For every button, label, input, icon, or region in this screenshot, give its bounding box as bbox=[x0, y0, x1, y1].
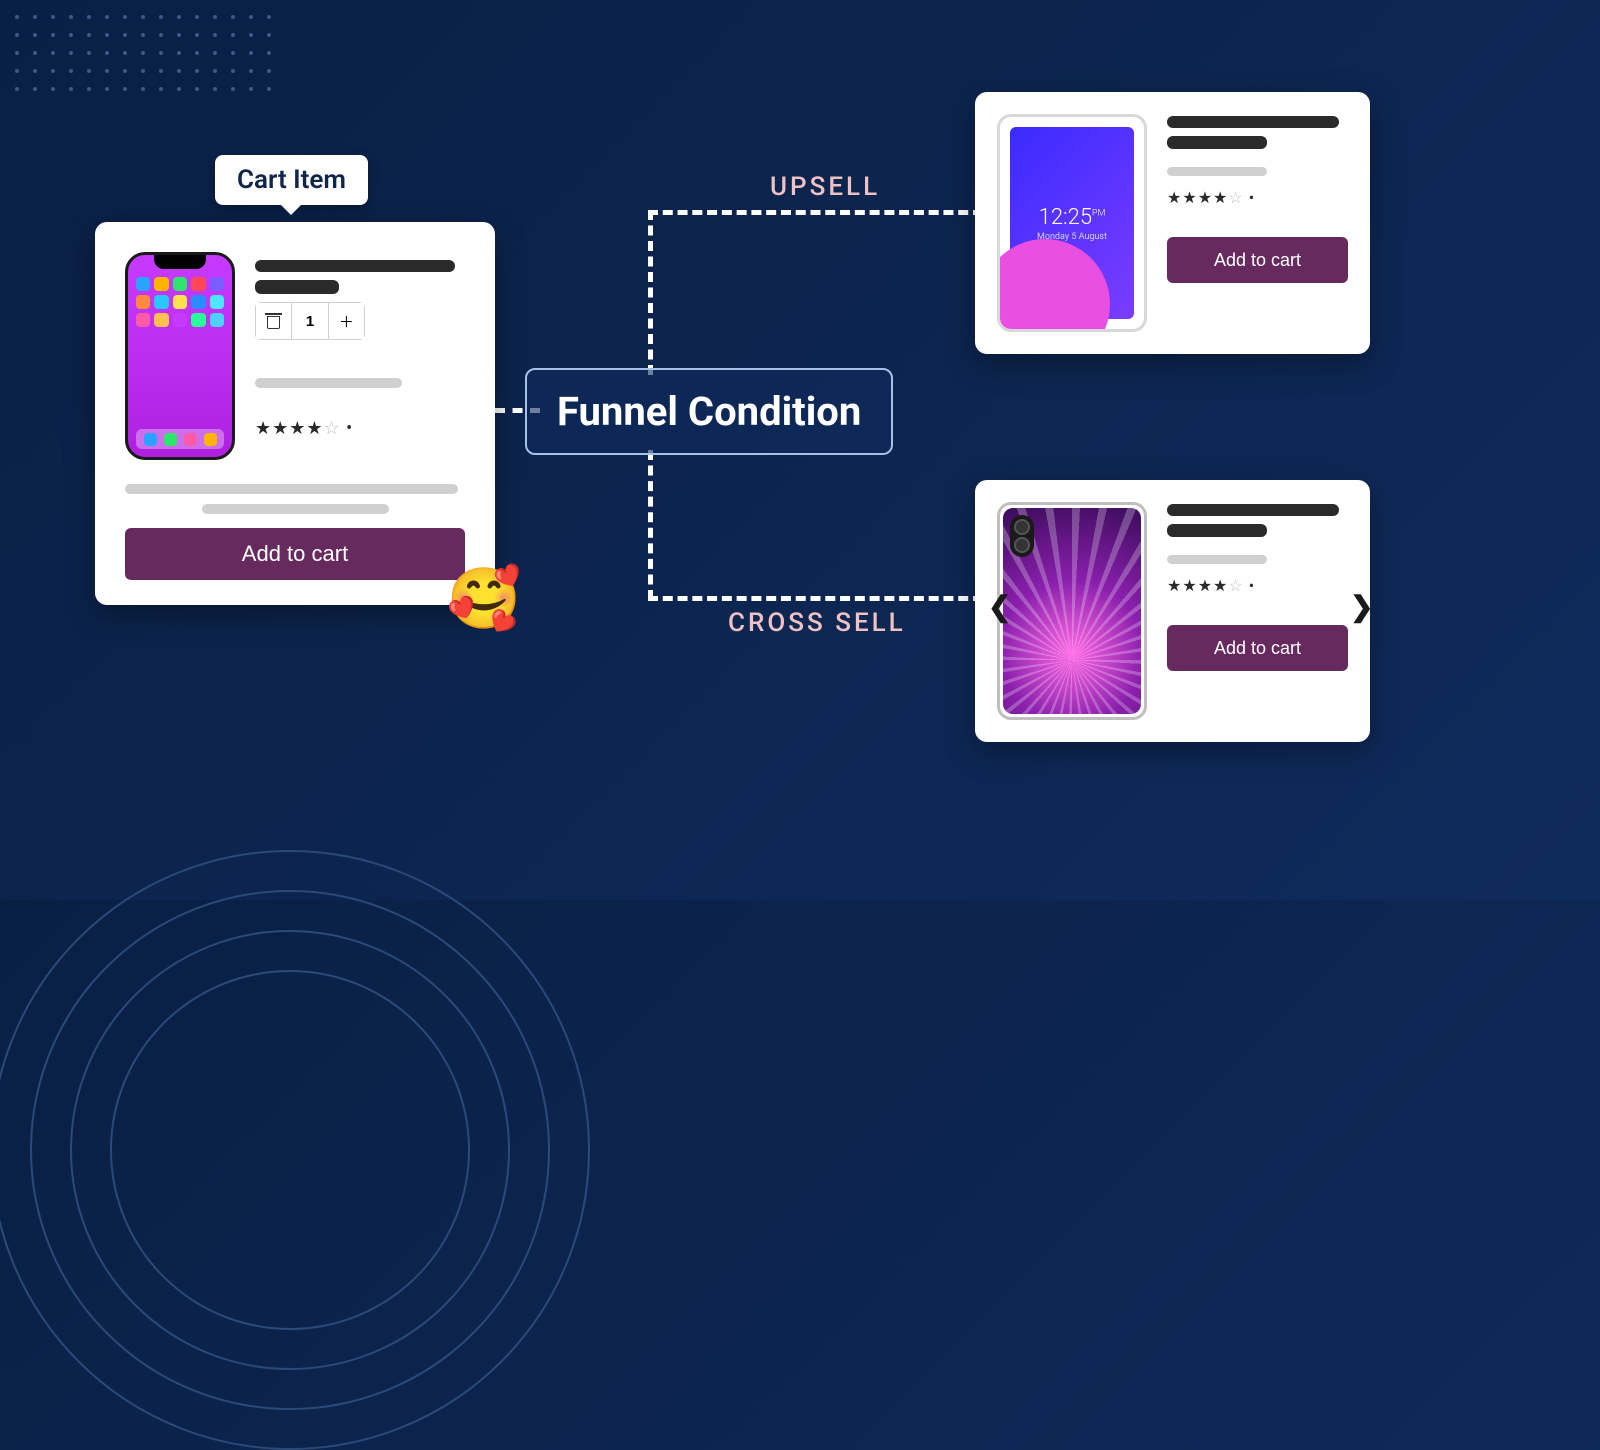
upsell-card: 12:25PM Monday 5 August ★★★★☆ • Add to c… bbox=[975, 92, 1370, 354]
carousel-prev-button[interactable]: ❮ bbox=[988, 590, 1011, 623]
funnel-condition-node: Funnel Condition bbox=[525, 368, 893, 455]
cross-sell-label: CROSS SELL bbox=[728, 608, 906, 638]
cart-item-card: 1 ＋ ★★★★☆ • Add to cart bbox=[95, 222, 495, 605]
connector-node-up bbox=[648, 210, 653, 375]
add-to-cart-button[interactable]: Add to cart bbox=[1167, 237, 1348, 283]
rating-stars: ★★★★☆ • bbox=[255, 418, 465, 439]
connector-node-down bbox=[648, 450, 653, 600]
upsell-label: UPSELL bbox=[770, 172, 880, 202]
rating-stars: ★★★★☆ • bbox=[1167, 188, 1348, 207]
add-to-cart-button[interactable]: Add to cart bbox=[125, 528, 465, 580]
trash-icon bbox=[267, 314, 280, 329]
rating-stars: ★★★★☆ • bbox=[1167, 576, 1348, 595]
connector-to-cross-sell bbox=[648, 596, 983, 601]
quantity-stepper[interactable]: 1 ＋ bbox=[255, 302, 365, 340]
product-image-tablet: 12:25PM Monday 5 August bbox=[997, 114, 1147, 332]
product-image-phone-case bbox=[997, 502, 1147, 720]
cart-item-label: Cart Item bbox=[215, 155, 368, 205]
remove-item-button[interactable] bbox=[256, 303, 292, 339]
increment-button[interactable]: ＋ bbox=[329, 303, 364, 339]
hearts-emoji: 🥰 bbox=[445, 560, 523, 638]
product-image-phone bbox=[125, 252, 235, 460]
add-to-cart-button[interactable]: Add to cart bbox=[1167, 625, 1348, 671]
decorative-dot-grid bbox=[8, 8, 278, 98]
carousel-next-button[interactable]: ❯ bbox=[1350, 590, 1373, 623]
connector-to-upsell bbox=[648, 210, 983, 215]
camera-module bbox=[1010, 515, 1034, 557]
cross-sell-card: ★★★★☆ • Add to cart bbox=[975, 480, 1370, 742]
quantity-value: 1 bbox=[292, 303, 328, 339]
